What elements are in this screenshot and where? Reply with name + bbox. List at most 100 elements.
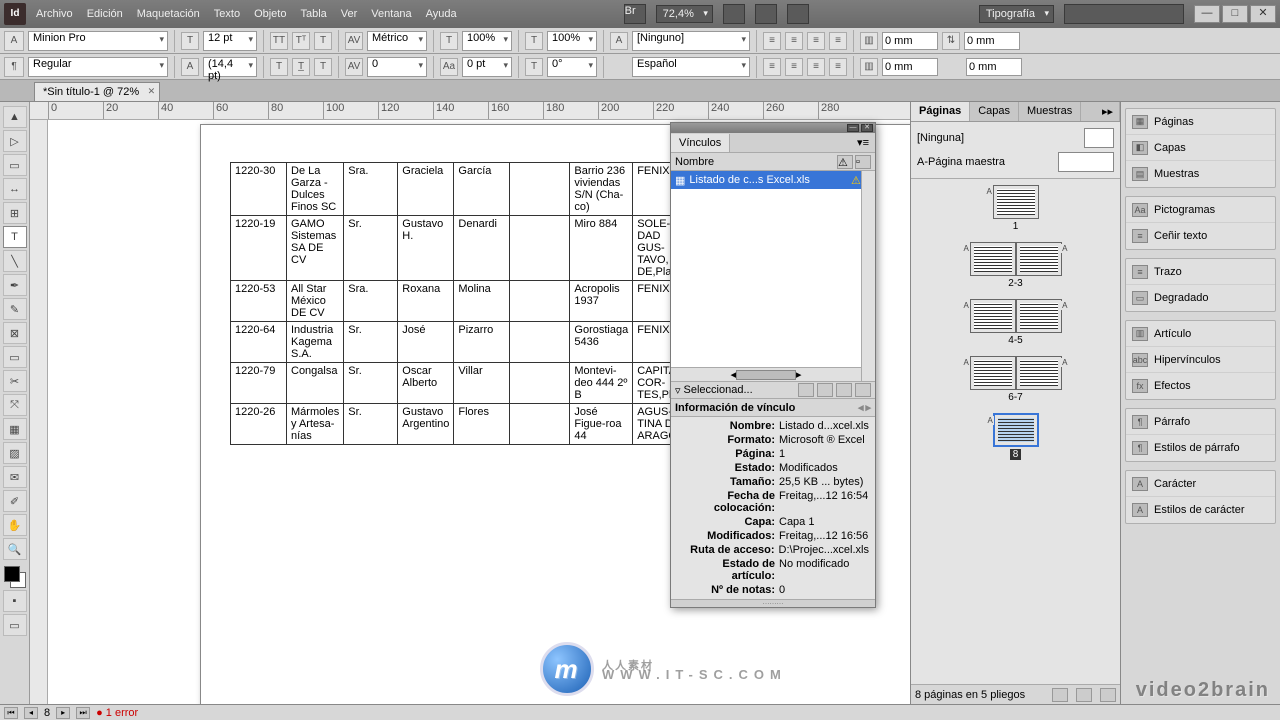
table-cell[interactable]: Sr. [344, 322, 398, 363]
link-info-prev-icon[interactable]: ◂ [858, 401, 864, 414]
table-cell[interactable]: García [454, 163, 510, 216]
last-spread-button[interactable]: ⏭ [76, 707, 90, 719]
pages-list[interactable]: A1AA2-3AA4-5AA6-7A8 [911, 179, 1120, 684]
page-thumbnail[interactable]: A [970, 299, 1016, 333]
vertical-justify-icon[interactable]: ▥ [860, 58, 878, 76]
vscale-dropdown[interactable]: 100% [462, 31, 512, 51]
align-justify-right-icon[interactable]: ≡ [807, 58, 825, 76]
workspace-dropdown[interactable]: Tipografía [979, 5, 1054, 23]
table-cell[interactable]: Villar [454, 363, 510, 404]
page-tool-icon[interactable]: ▭ [3, 154, 27, 176]
allcaps-icon[interactable]: TT [270, 32, 288, 50]
table-cell[interactable]: 1220-26 [231, 404, 287, 445]
link-info-next-icon[interactable]: ▸ [865, 401, 871, 414]
bridge-icon[interactable]: Br [624, 4, 646, 24]
page-thumbnail[interactable]: A [1016, 242, 1062, 276]
page-thumbnail[interactable]: A [970, 356, 1016, 390]
table-cell[interactable]: Mármoles y Artesa-nías [287, 404, 344, 445]
line-tool-icon[interactable]: ╲ [3, 250, 27, 272]
table-cell[interactable]: Miro 884 [570, 216, 633, 281]
gap-tool-icon[interactable]: ↔ [3, 178, 27, 200]
table-row[interactable]: 1220-26Mármoles y Artesa-níasSr.Gustavo … [231, 404, 694, 445]
superscript-icon[interactable]: T [314, 32, 332, 50]
font-style-dropdown[interactable]: Regular [28, 57, 168, 77]
maximize-button[interactable]: □ [1222, 5, 1248, 23]
tab-muestras[interactable]: Muestras [1019, 102, 1081, 121]
menu-ver[interactable]: Ver [341, 8, 358, 20]
table-cell[interactable]: Gustavo H. [398, 216, 454, 281]
align-center-icon[interactable]: ≡ [785, 32, 803, 50]
table-row[interactable]: 1220-30De La Garza - Dulces Finos SCSra.… [231, 163, 694, 216]
master-a-thumb[interactable] [1058, 152, 1114, 172]
panel-shortcut-trazo[interactable]: ≡Trazo [1126, 259, 1275, 285]
gradient-feather-tool-icon[interactable]: ▨ [3, 442, 27, 464]
page-spread[interactable]: AA2-3 [917, 242, 1114, 289]
table-row[interactable]: 1220-19GAMO Sistemas SA DE CVSr.Gustavo … [231, 216, 694, 281]
table-cell[interactable] [510, 404, 570, 445]
table-cell[interactable]: Barrio 236 viviendas S/N (Cha-co) [570, 163, 633, 216]
table-cell[interactable]: GAMO Sistemas SA DE CV [287, 216, 344, 281]
table-cell[interactable]: Industria Kagema S.A. [287, 322, 344, 363]
table-row[interactable]: 1220-79CongalsaSr.Oscar AlbertoVillarMon… [231, 363, 694, 404]
link-insets-icon[interactable]: ⇅ [942, 32, 960, 50]
menu-objeto[interactable]: Objeto [254, 8, 286, 20]
data-table[interactable]: 1220-30De La Garza - Dulces Finos SCSra.… [230, 162, 694, 445]
panel-shortcut-hipervínculos[interactable]: abcHipervínculos [1126, 347, 1275, 373]
table-cell[interactable]: José Figue-roa 44 [570, 404, 633, 445]
links-list[interactable]: ▦ Listado de c...s Excel.xls ⚠ 1 ◂▸ [671, 171, 875, 381]
screen-mode-tool-icon[interactable]: ▭ [3, 614, 27, 636]
table-row[interactable]: 1220-53All Star México DE CVSra.RoxanaMo… [231, 281, 694, 322]
tab-capas[interactable]: Capas [970, 102, 1019, 121]
page-spread[interactable]: A8 [917, 413, 1114, 460]
next-spread-button[interactable]: ▸ [56, 707, 70, 719]
subscript-icon[interactable]: T [270, 58, 288, 76]
align-left-icon[interactable]: ≡ [763, 32, 781, 50]
links-hscrollbar[interactable]: ◂▸ [671, 367, 861, 381]
columns-icon[interactable]: ▥ [860, 32, 878, 50]
page-spread[interactable]: AA4-5 [917, 299, 1114, 346]
scissors-tool-icon[interactable]: ✂ [3, 370, 27, 392]
fill-stroke-swatch[interactable] [4, 566, 26, 588]
link-item[interactable]: ▦ Listado de c...s Excel.xls ⚠ 1 [671, 171, 875, 189]
links-vscrollbar[interactable] [861, 171, 875, 381]
links-tab[interactable]: Vínculos [671, 134, 730, 152]
panel-shortcut-pictogramas[interactable]: AaPictogramas [1126, 197, 1275, 223]
align-justify-all-icon[interactable]: ≡ [829, 58, 847, 76]
prev-spread-button[interactable]: ◂ [24, 707, 38, 719]
table-cell[interactable]: José [398, 322, 454, 363]
font-family-dropdown[interactable]: Minion Pro [28, 31, 168, 51]
kerning-dropdown[interactable]: Métrico [367, 31, 427, 51]
rectangle-tool-icon[interactable]: ▭ [3, 346, 27, 368]
eyedropper-tool-icon[interactable]: ✐ [3, 490, 27, 512]
edit-page-size-icon[interactable] [1052, 688, 1068, 702]
table-cell[interactable]: 1220-53 [231, 281, 287, 322]
skew-input[interactable]: 0° [547, 57, 597, 77]
note-tool-icon[interactable]: ✉ [3, 466, 27, 488]
links-panel-close-icon[interactable]: ✕ [861, 124, 873, 132]
apply-color-icon[interactable]: ▪ [3, 590, 27, 612]
panel-shortcut-muestras[interactable]: ▤Muestras [1126, 161, 1275, 187]
table-cell[interactable] [510, 163, 570, 216]
menu-tabla[interactable]: Tabla [300, 8, 326, 20]
close-tab-icon[interactable]: ✕ [148, 86, 156, 97]
paragraph-formatting-icon[interactable]: ¶ [4, 57, 24, 77]
links-panel-titlebar[interactable]: — ✕ [671, 123, 875, 133]
panel-resize-grip[interactable]: ⋯⋯⋯ [671, 599, 875, 607]
table-cell[interactable]: All Star México DE CV [287, 281, 344, 322]
help-search-input[interactable] [1064, 4, 1184, 24]
page-thumbnail[interactable]: A [1016, 299, 1062, 333]
close-button[interactable]: ✕ [1250, 5, 1276, 23]
links-column-name[interactable]: Nombre [675, 156, 714, 168]
new-page-icon[interactable] [1076, 688, 1092, 702]
gradient-swatch-tool-icon[interactable]: ▦ [3, 418, 27, 440]
page-thumbnail[interactable]: A [1016, 356, 1062, 390]
table-row[interactable]: 1220-64Industria Kagema S.A.Sr.JoséPizar… [231, 322, 694, 363]
page-spread[interactable]: AA6-7 [917, 356, 1114, 403]
hand-tool-icon[interactable]: ✋ [3, 514, 27, 536]
pen-tool-icon[interactable]: ✒ [3, 274, 27, 296]
table-cell[interactable]: 1220-30 [231, 163, 287, 216]
smallcaps-icon[interactable]: Tᵀ [292, 32, 310, 50]
direct-selection-tool-icon[interactable]: ▷ [3, 130, 27, 152]
menu-texto[interactable]: Texto [214, 8, 240, 20]
align-right-icon[interactable]: ≡ [807, 32, 825, 50]
